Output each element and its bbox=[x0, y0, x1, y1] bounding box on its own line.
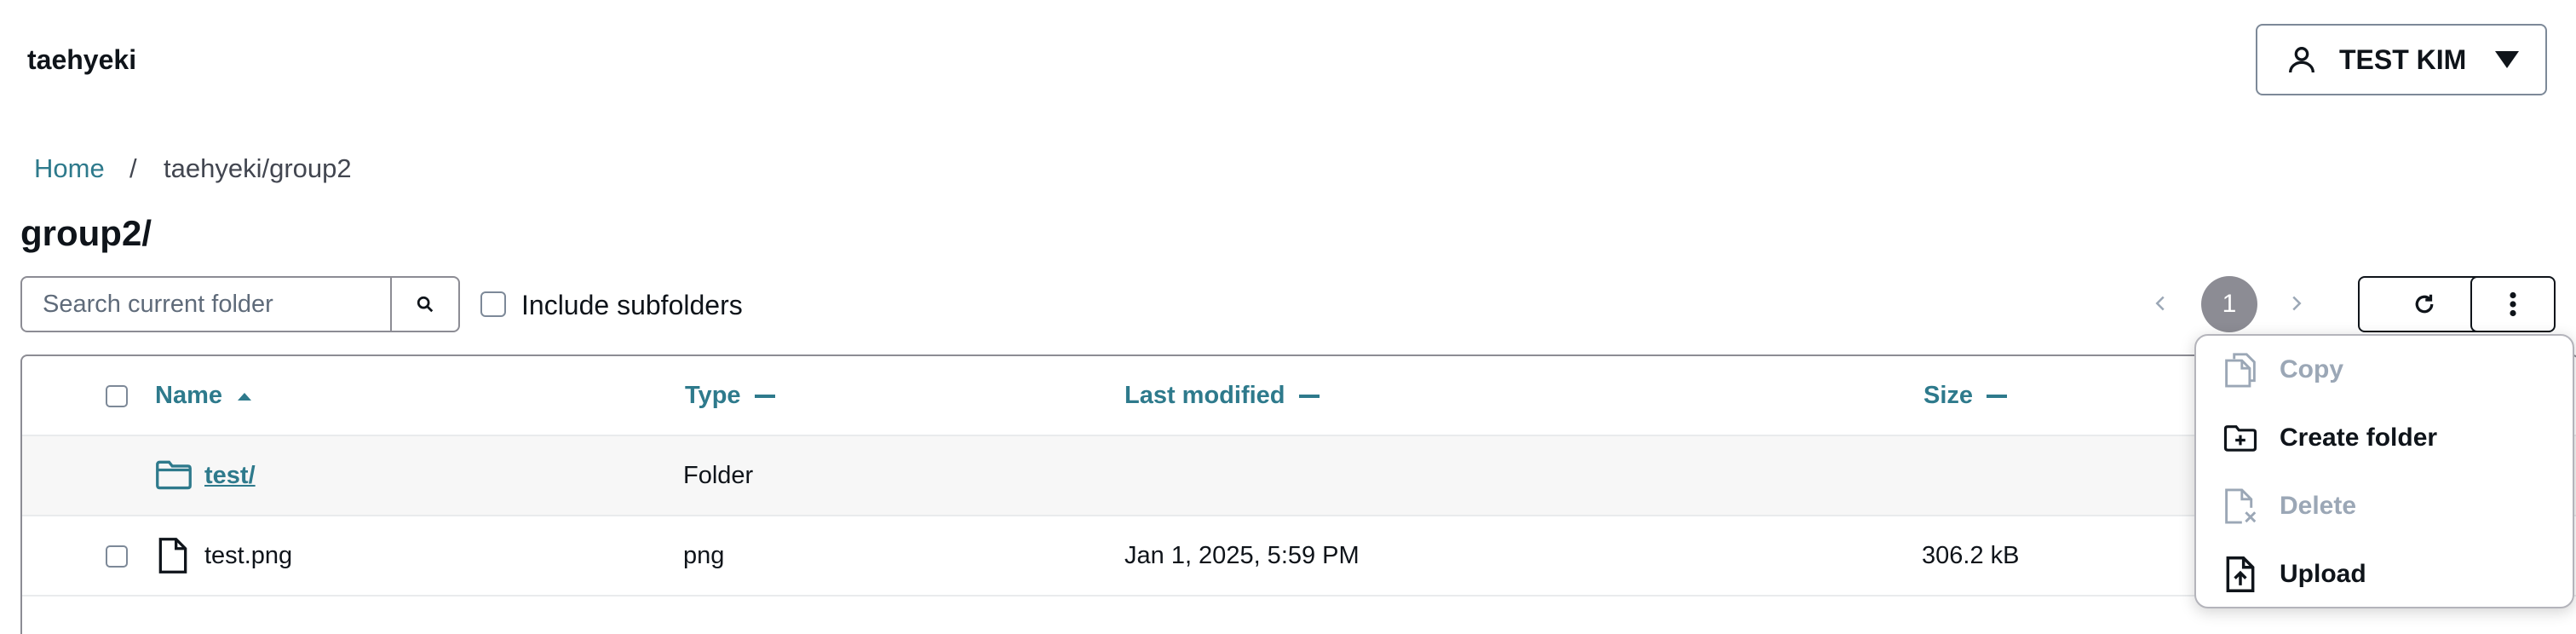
search-input[interactable] bbox=[43, 290, 375, 319]
menu-item-label: Delete bbox=[2280, 492, 2357, 520]
menu-item-delete[interactable]: Delete bbox=[2196, 472, 2573, 540]
more-actions-button[interactable] bbox=[2470, 276, 2556, 332]
upload-icon bbox=[2226, 556, 2255, 592]
chevron-right-icon bbox=[2292, 296, 2302, 311]
unsorted-icon bbox=[1987, 394, 2008, 398]
files-table: Name Type Last modified Size test/ Folde… bbox=[20, 354, 2576, 634]
file-name: test.png bbox=[204, 542, 293, 569]
unsorted-icon bbox=[754, 394, 775, 398]
column-header-name[interactable]: Name bbox=[155, 382, 253, 410]
actions-menu: Copy Create folder Delete Upload bbox=[2194, 334, 2574, 608]
column-header-label: Last modified bbox=[1124, 382, 1285, 409]
search-icon bbox=[417, 296, 434, 313]
column-header-label: Name bbox=[155, 382, 222, 409]
menu-item-create-folder[interactable]: Create folder bbox=[2196, 404, 2573, 472]
include-subfolders-label: Include subfolders bbox=[521, 290, 743, 320]
table-row[interactable]: test/ Folder bbox=[22, 436, 2576, 516]
include-subfolders-checkbox[interactable] bbox=[480, 291, 506, 317]
column-header-label: Size bbox=[1923, 382, 1974, 409]
breadcrumb-current: taehyeki/group2 bbox=[164, 153, 352, 183]
table-row[interactable]: test.png png Jan 1, 2025, 5:59 PM 306.2 … bbox=[22, 516, 2576, 597]
next-page-button[interactable] bbox=[2285, 288, 2309, 319]
select-all-checkbox[interactable] bbox=[106, 385, 128, 407]
menu-item-label: Create folder bbox=[2280, 424, 2438, 452]
breadcrumb-separator: / bbox=[129, 153, 137, 183]
folder-name-link[interactable]: test/ bbox=[204, 462, 256, 490]
search-button[interactable] bbox=[390, 276, 460, 332]
menu-item-upload[interactable]: Upload bbox=[2196, 540, 2573, 608]
column-header-size[interactable]: Size bbox=[1923, 382, 2008, 410]
chevron-left-icon bbox=[2155, 296, 2165, 311]
user-name: TEST KIM bbox=[2339, 43, 2467, 75]
caret-down-icon bbox=[2495, 51, 2520, 68]
file-delete-icon bbox=[2225, 488, 2257, 524]
row-size: 306.2 kB bbox=[1922, 542, 2020, 569]
row-type: Folder bbox=[683, 462, 754, 489]
menu-item-label: Copy bbox=[2280, 355, 2343, 383]
user-menu-button[interactable]: TEST KIM bbox=[2256, 24, 2547, 95]
row-type: png bbox=[683, 542, 725, 569]
page-title: group2/ bbox=[20, 213, 152, 253]
sort-ascending-icon bbox=[238, 392, 251, 401]
column-header-type[interactable]: Type bbox=[685, 382, 775, 410]
breadcrumb-home[interactable]: Home bbox=[34, 153, 105, 184]
folder-icon bbox=[156, 460, 192, 490]
search-field bbox=[20, 276, 392, 332]
row-select-checkbox[interactable] bbox=[106, 545, 128, 568]
menu-item-label: Upload bbox=[2280, 560, 2366, 588]
column-header-last-modified[interactable]: Last modified bbox=[1124, 382, 1320, 410]
menu-item-copy[interactable]: Copy bbox=[2196, 336, 2573, 404]
app-brand: taehyeki bbox=[27, 44, 137, 75]
refresh-icon bbox=[2415, 294, 2434, 314]
row-last-modified: Jan 1, 2025, 5:59 PM bbox=[1124, 542, 1360, 569]
current-page-indicator[interactable]: 1 bbox=[2201, 276, 2257, 332]
file-icon bbox=[158, 538, 187, 573]
unsorted-icon bbox=[1298, 394, 1320, 398]
table-header: Name Type Last modified Size bbox=[22, 356, 2576, 436]
column-header-label: Type bbox=[685, 382, 741, 409]
user-icon bbox=[2289, 47, 2314, 73]
copy-icon bbox=[2225, 353, 2256, 388]
more-vertical-icon bbox=[2510, 291, 2516, 317]
folder-plus-icon bbox=[2223, 425, 2257, 452]
previous-page-button[interactable] bbox=[2148, 288, 2172, 319]
